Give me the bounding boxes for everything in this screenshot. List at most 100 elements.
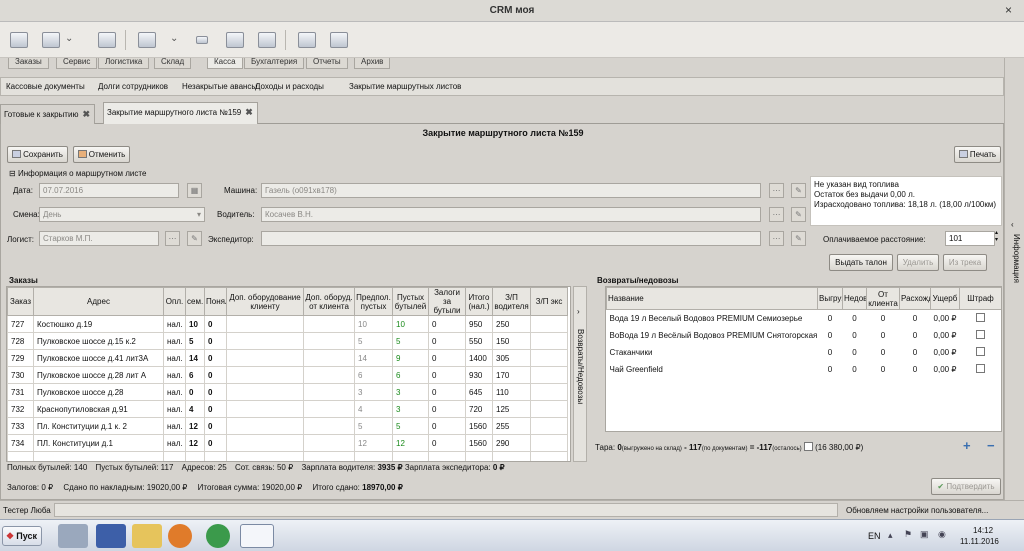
tab-cash[interactable]: Касса <box>207 58 243 69</box>
payment-cell[interactable]: нал. <box>163 417 186 435</box>
col-fine[interactable]: Штраф <box>959 287 1001 310</box>
unloaded-cell[interactable]: 0 <box>817 343 843 361</box>
add-row-button[interactable]: + <box>963 438 971 453</box>
expected-empty-cell[interactable]: 4 <box>354 400 393 418</box>
close-window-button[interactable]: × <box>1005 3 1012 17</box>
empty-bottles-cell[interactable]: 9 <box>392 349 429 367</box>
discrepancy-cell[interactable]: 0 <box>899 343 931 361</box>
empty-bottles-cell[interactable]: 10 <box>392 315 429 333</box>
col-damage[interactable]: Ущерб <box>930 287 960 310</box>
tab-warehouse[interactable]: Склад <box>154 58 192 69</box>
ponyal-cell[interactable]: 0 <box>204 383 227 401</box>
col-total-cash[interactable]: Итого (нал.) <box>465 287 493 316</box>
forwarder-salary-cell[interactable] <box>530 349 568 367</box>
subnav-cash-documents[interactable]: Кассовые документы <box>6 82 85 91</box>
empty-bottles-cell[interactable]: 6 <box>392 366 429 384</box>
expected-empty-cell[interactable]: 14 <box>354 349 393 367</box>
fine-checkbox[interactable] <box>976 330 985 339</box>
equipment-to-client-cell[interactable] <box>226 366 304 384</box>
driver-field[interactable]: Косачев В.Н. <box>261 207 761 222</box>
crm-app-icon[interactable] <box>240 524 274 548</box>
network-icon[interactable]: ▣ <box>920 529 929 540</box>
expected-empty-cell[interactable]: 3 <box>354 383 393 401</box>
total-cash-cell[interactable]: 720 <box>465 400 493 418</box>
remove-row-button[interactable]: − <box>987 438 995 453</box>
driver-salary-cell[interactable]: 110 <box>492 383 531 401</box>
discrepancy-cell[interactable]: 0 <box>899 326 931 344</box>
windows-icon[interactable] <box>98 32 116 48</box>
order-id-cell[interactable]: 734 <box>7 434 34 452</box>
payment-cell[interactable]: нал. <box>163 400 186 418</box>
address-cell[interactable]: Пулковское шоссе д.41 лит3А <box>33 349 164 367</box>
car-field[interactable]: Газель (о091хв178) <box>261 183 761 198</box>
select-icon[interactable]: ⋯ <box>165 231 180 246</box>
col-expected-empty[interactable]: Предпол. пустых <box>354 287 393 316</box>
deposit-cell[interactable]: 0 <box>428 349 466 367</box>
product-name-cell[interactable]: Вода 19 л Веселый Водовоз PREMIUM Семиоз… <box>606 309 818 327</box>
address-cell[interactable]: Краснопутиловская д.91 <box>33 400 164 418</box>
download-icon[interactable] <box>298 32 316 48</box>
empty-bottles-cell[interactable]: 5 <box>392 332 429 350</box>
forwarder-salary-cell[interactable] <box>530 400 568 418</box>
calendar-icon[interactable]: ▦ <box>187 183 202 198</box>
sem-cell[interactable]: 12 <box>185 417 205 435</box>
ponyal-cell[interactable]: 0 <box>204 315 227 333</box>
driver-salary-cell[interactable]: 250 <box>492 315 531 333</box>
firefox-icon[interactable] <box>168 524 192 548</box>
payment-cell[interactable]: нал. <box>163 383 186 401</box>
clock-date[interactable]: 11.11.2016 <box>960 537 999 546</box>
ponyal-cell[interactable]: 0 <box>204 400 227 418</box>
discrepancy-cell[interactable]: 0 <box>899 360 931 378</box>
forwarder-salary-cell[interactable] <box>530 417 568 435</box>
subnav-income-expenses[interactable]: Доходы и расходы <box>255 82 324 91</box>
total-cash-cell[interactable]: 1560 <box>465 434 493 452</box>
confirm-button[interactable]: ✔ Подтвердить <box>931 478 1001 495</box>
edit-icon[interactable]: ✎ <box>791 231 806 246</box>
list-item[interactable]: ВоВода 19 л Весёлый Водовоз PREMIUM Снят… <box>606 326 1001 344</box>
total-cash-cell[interactable]: 645 <box>465 383 493 401</box>
server-app-icon[interactable] <box>58 524 88 548</box>
equipment-from-client-cell[interactable] <box>303 315 355 333</box>
product-name-cell[interactable]: ВоВода 19 л Весёлый Водовоз PREMIUM Снят… <box>606 326 818 344</box>
sem-cell[interactable]: 6 <box>185 366 205 384</box>
order-id-cell[interactable]: 732 <box>7 400 34 418</box>
unloaded-cell[interactable]: 0 <box>817 309 843 327</box>
col-unloaded[interactable]: Выгрузка <box>817 287 843 310</box>
ponyal-cell[interactable]: 0 <box>204 417 227 435</box>
col-address[interactable]: Адрес <box>33 287 164 316</box>
damage-cell[interactable]: 0,00 ₽ <box>930 309 960 327</box>
equipment-from-client-cell[interactable] <box>303 332 355 350</box>
driver-salary-cell[interactable]: 125 <box>492 400 531 418</box>
from-client-cell[interactable]: 0 <box>866 360 900 378</box>
equipment-from-client-cell[interactable] <box>303 383 355 401</box>
col-driver-salary[interactable]: З/П водителя <box>492 287 531 316</box>
driver-salary-cell[interactable]: 150 <box>492 332 531 350</box>
equipment-from-client-cell[interactable] <box>303 366 355 384</box>
sem-cell[interactable]: 10 <box>185 315 205 333</box>
close-icon[interactable]: ✖ <box>82 109 90 120</box>
language-indicator[interactable]: EN <box>868 531 881 541</box>
fine-cell[interactable] <box>959 343 1001 361</box>
unloaded-cell[interactable]: 0 <box>817 360 843 378</box>
edit-icon[interactable]: ✎ <box>187 231 202 246</box>
equipment-to-client-cell[interactable] <box>226 332 304 350</box>
speaker-icon[interactable]: ◉ <box>938 529 946 540</box>
address-cell[interactable]: Костюшко д.19 <box>33 315 164 333</box>
fine-checkbox[interactable] <box>976 347 985 356</box>
equipment-to-client-cell[interactable] <box>226 434 304 452</box>
not-delivered-cell[interactable]: 0 <box>842 326 867 344</box>
equipment-from-client-cell[interactable] <box>303 400 355 418</box>
order-id-cell[interactable]: 730 <box>7 366 34 384</box>
cancel-button[interactable]: Отменить <box>73 146 130 163</box>
deposit-cell[interactable]: 0 <box>428 400 466 418</box>
payment-cell[interactable]: нал. <box>163 349 186 367</box>
list-item[interactable]: Стаканчики 0 0 0 0 0,00 ₽ <box>606 343 1001 361</box>
edit-icon[interactable]: ✎ <box>791 207 806 222</box>
table-row[interactable]: 729 Пулковское шоссе д.41 лит3А нал. 14 0 14 9… <box>7 349 568 367</box>
select-icon[interactable]: ⋯ <box>769 183 784 198</box>
col-forwarder-salary[interactable]: З/П экс <box>530 287 568 316</box>
total-cash-cell[interactable]: 930 <box>465 366 493 384</box>
expected-empty-cell[interactable]: 6 <box>354 366 393 384</box>
order-id-cell[interactable]: 733 <box>7 417 34 435</box>
list-item[interactable]: Чай Greenfield 0 0 0 0 0,00 ₽ <box>606 360 1001 378</box>
